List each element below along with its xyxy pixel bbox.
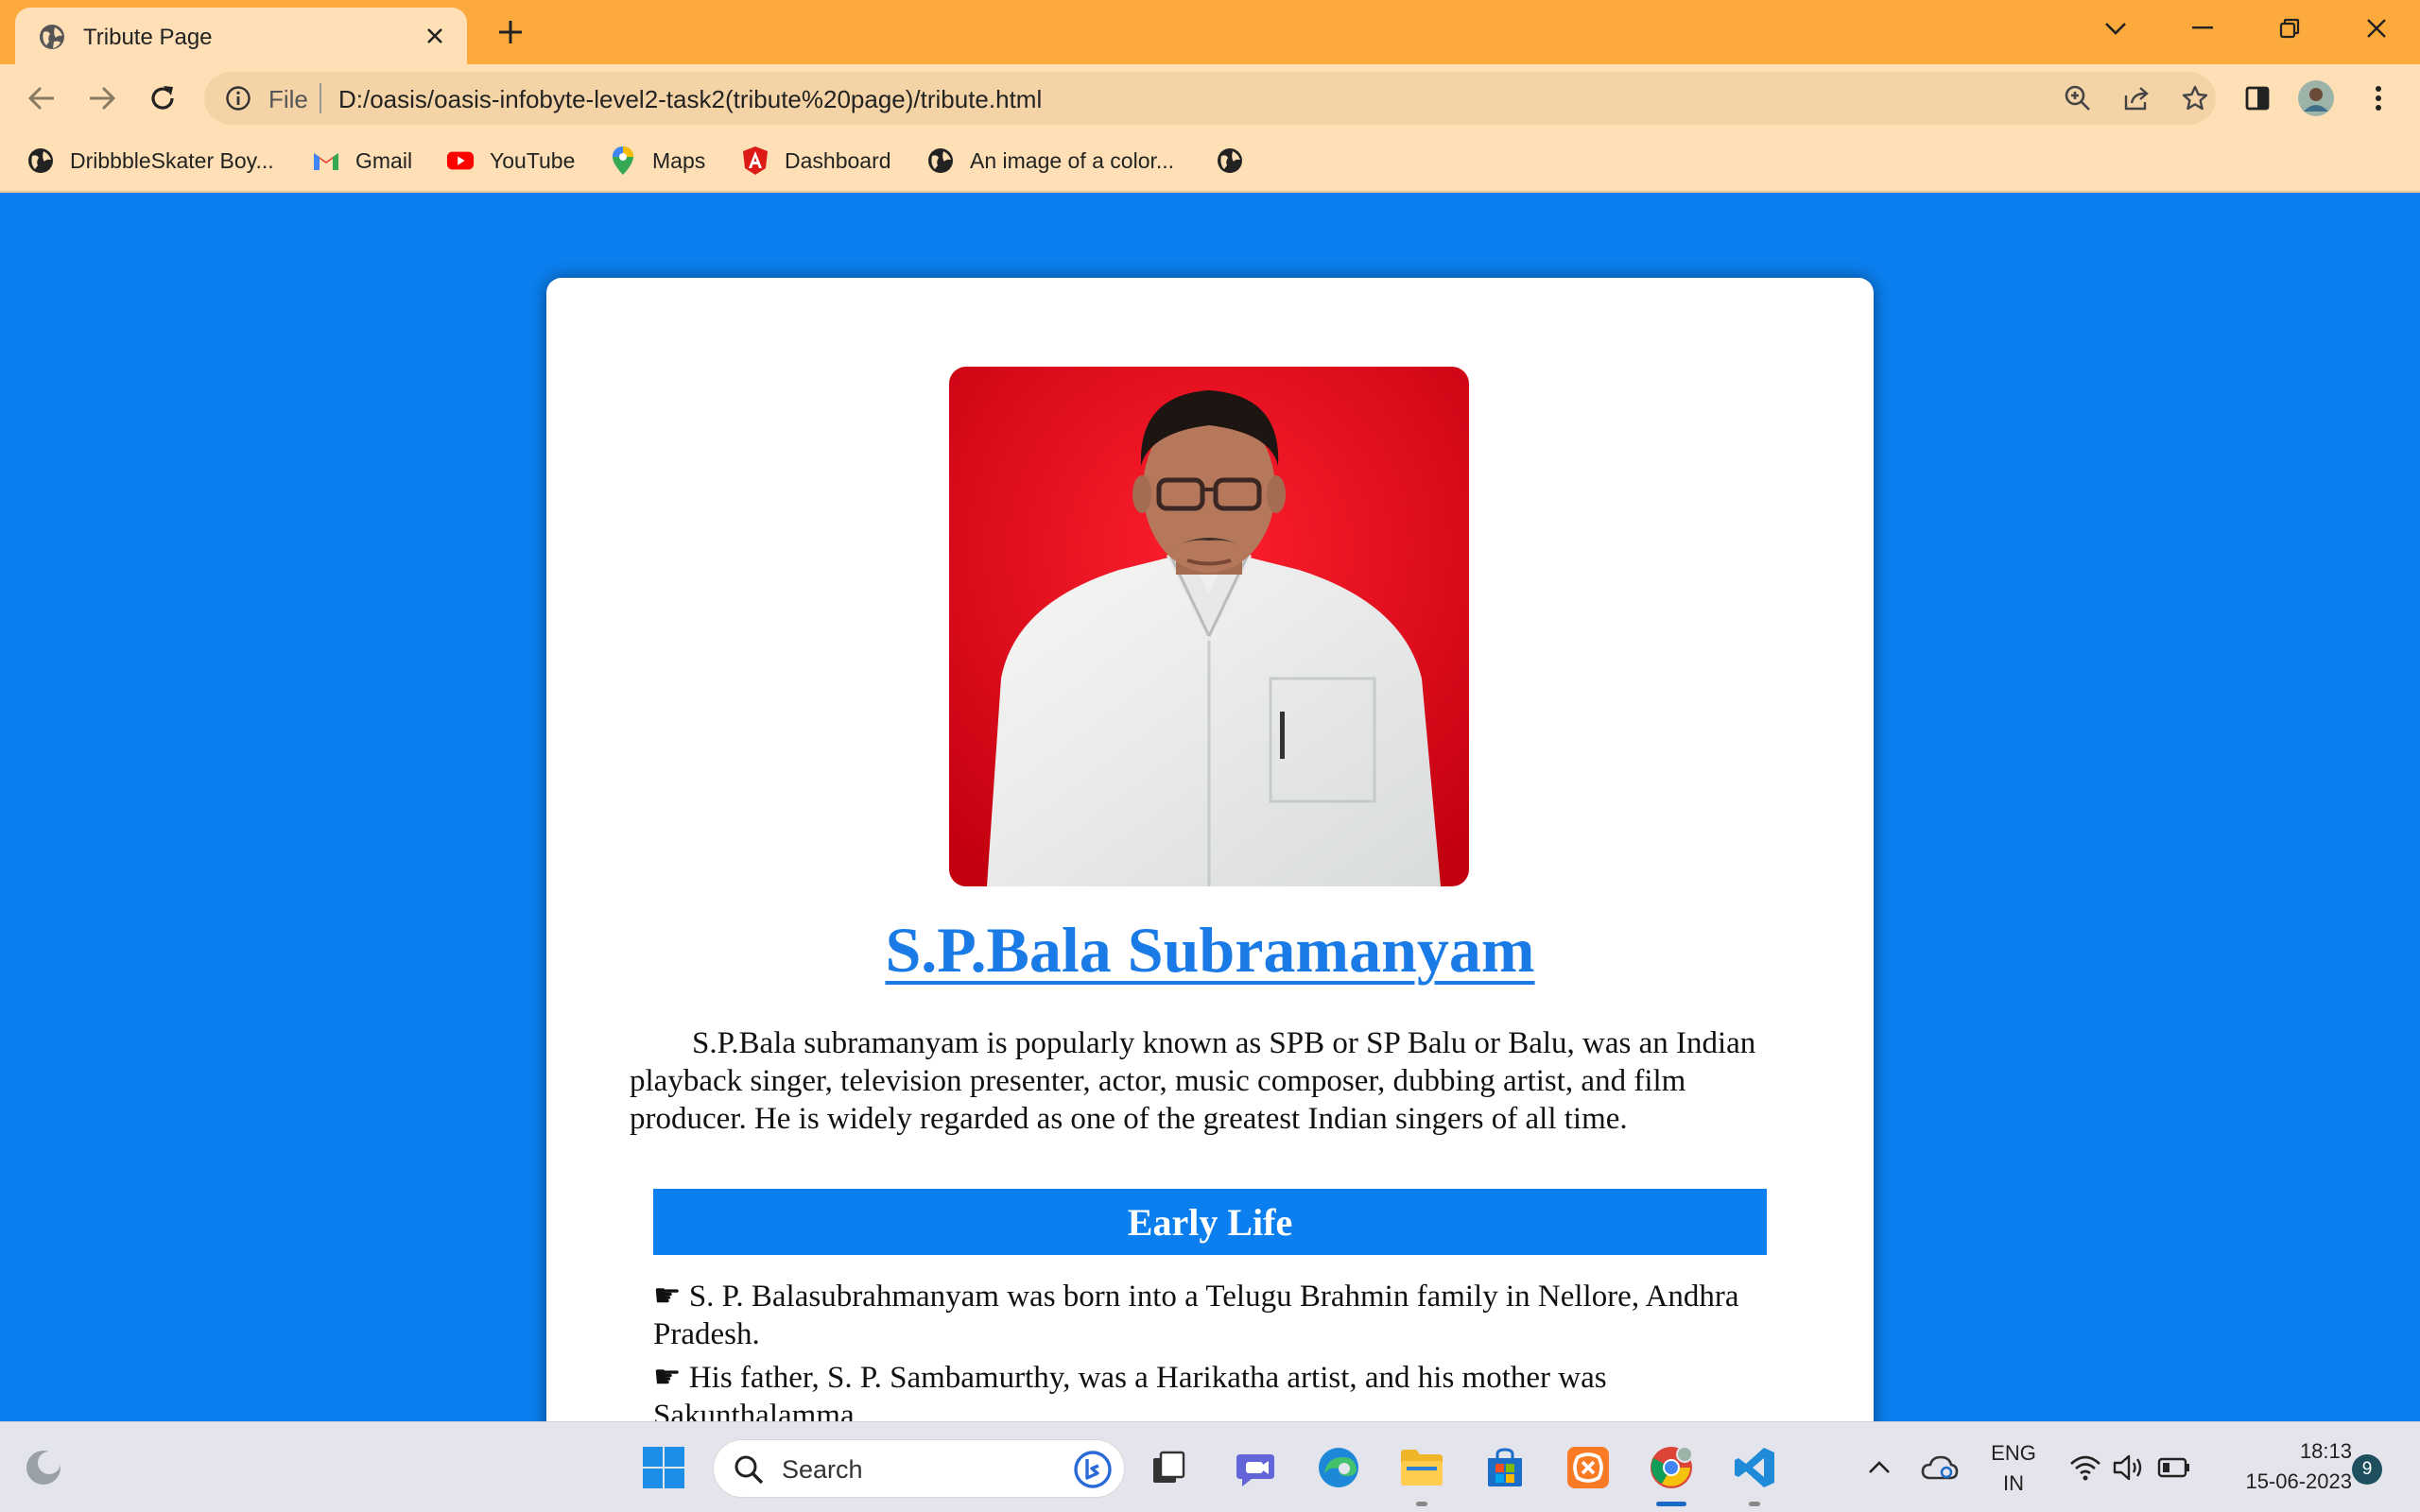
bookmark-star-icon[interactable] [2180,83,2210,113]
vscode-icon[interactable] [1730,1443,1779,1492]
address-bar[interactable]: File D:/oasis/oasis-infobyte-level2-task… [204,72,2216,125]
bookmark-label: Dashboard [785,147,891,173]
close-tab-icon[interactable] [418,19,452,53]
onedrive-sync-icon[interactable] [1915,1443,1964,1492]
browser-tab[interactable]: Tribute Page [15,8,467,64]
globe-icon [26,146,55,175]
fact-item: ☛ S. P. Balasubrahmanyam was born into a… [653,1280,1739,1351]
globe-icon [40,25,64,49]
bookmark-label: Gmail [355,147,413,173]
bookmark-dashboard[interactable]: Dashboard [741,142,891,180]
portrait-image [949,367,1469,886]
bookmark-label: DribbbleSkater Boy... [70,147,274,173]
minimize-icon[interactable] [2180,9,2225,47]
taskbar-search[interactable]: Search [713,1439,1125,1498]
weather-widget-icon[interactable] [19,1443,68,1492]
file-explorer-running-indicator [1416,1502,1427,1506]
intro-paragraph: S.P.Bala subramanyam is popularly known … [630,1026,1756,1136]
omnibox-separator [320,83,321,113]
browser-titlebar: Tribute Page [0,0,2420,64]
bookmark-label: An image of a color... [970,147,1175,173]
bookmark-maps[interactable]: Maps [609,142,705,180]
battery-icon[interactable] [2150,1443,2199,1492]
wifi-icon[interactable] [2061,1443,2110,1492]
scheme-label: File [268,85,308,113]
windows-taskbar: Search ENG IN 18:13 15-06-2023 9 [0,1421,2420,1512]
angular-icon [741,146,769,175]
chrome-active-indicator [1656,1502,1686,1506]
tribute-card: S.P.Bala Subramanyam S.P.Bala subramanya… [546,278,1874,1512]
share-icon[interactable] [2121,83,2152,113]
volume-icon[interactable] [2104,1443,2153,1492]
bing-icon[interactable] [1073,1450,1113,1489]
clock-time[interactable]: 18:13 [2210,1439,2352,1464]
bookmark-label: Maps [652,147,706,173]
bookmark-dribbble[interactable]: DribbbleSkater Boy... [26,142,274,180]
region-indicator[interactable]: IN [1985,1471,2042,1496]
tab-title: Tribute Page [83,25,213,50]
tab-search-chevron-icon[interactable] [2093,9,2138,47]
tray-chevron-up-icon[interactable] [1855,1443,1904,1492]
start-windows-icon[interactable] [639,1443,688,1492]
new-tab-icon[interactable] [492,13,529,51]
file-explorer-icon[interactable] [1397,1443,1446,1492]
gmail-icon [312,146,340,175]
clock-date[interactable]: 15-06-2023 [2210,1469,2352,1494]
edge-browser-icon[interactable] [1314,1443,1363,1492]
bookmark-gmail[interactable]: Gmail [312,142,412,180]
language-indicator[interactable]: ENG [1985,1441,2042,1466]
bookmark-label: YouTube [490,147,576,173]
globe-icon [1216,146,1244,175]
profile-avatar[interactable] [2295,77,2337,119]
vscode-running-indicator [1749,1502,1760,1506]
side-panel-icon[interactable] [2237,77,2278,119]
title-link[interactable]: S.P.Bala Subramanyam [885,914,1534,986]
bookmark-untitled[interactable] [1216,142,1259,180]
microsoft-store-icon[interactable] [1480,1443,1530,1492]
page-title: S.P.Bala Subramanyam [546,913,1874,988]
globe-icon [926,146,955,175]
section-heading-early-life: Early Life [653,1189,1767,1255]
site-info-icon[interactable] [225,85,251,112]
teams-chat-icon[interactable] [1231,1443,1280,1492]
task-view-icon[interactable] [1144,1443,1193,1492]
restore-icon[interactable] [2267,9,2312,47]
zoom-icon[interactable] [2063,83,2093,113]
search-icon [735,1455,764,1485]
close-window-icon[interactable] [2354,9,2399,47]
notification-badge[interactable]: 9 [2352,1454,2382,1485]
back-arrow-icon[interactable] [21,77,62,119]
chrome-icon[interactable] [1647,1443,1696,1492]
menu-dots-icon[interactable] [2358,77,2399,119]
search-placeholder: Search [782,1455,863,1484]
maps-icon [609,146,637,175]
bookmarks-bar: DribbbleSkater Boy... Gmail YouTube Maps… [0,132,2420,193]
url-text[interactable]: D:/oasis/oasis-infobyte-level2-task2(tri… [338,85,1042,114]
youtube-icon [446,146,475,175]
bookmark-youtube[interactable]: YouTube [446,142,575,180]
forward-arrow-icon[interactable] [81,77,123,119]
bookmark-color-image[interactable]: An image of a color... [926,142,1174,180]
xampp-icon[interactable] [1564,1443,1613,1492]
reload-icon[interactable] [142,77,183,119]
browser-toolbar: File D:/oasis/oasis-infobyte-level2-task… [0,64,2420,132]
